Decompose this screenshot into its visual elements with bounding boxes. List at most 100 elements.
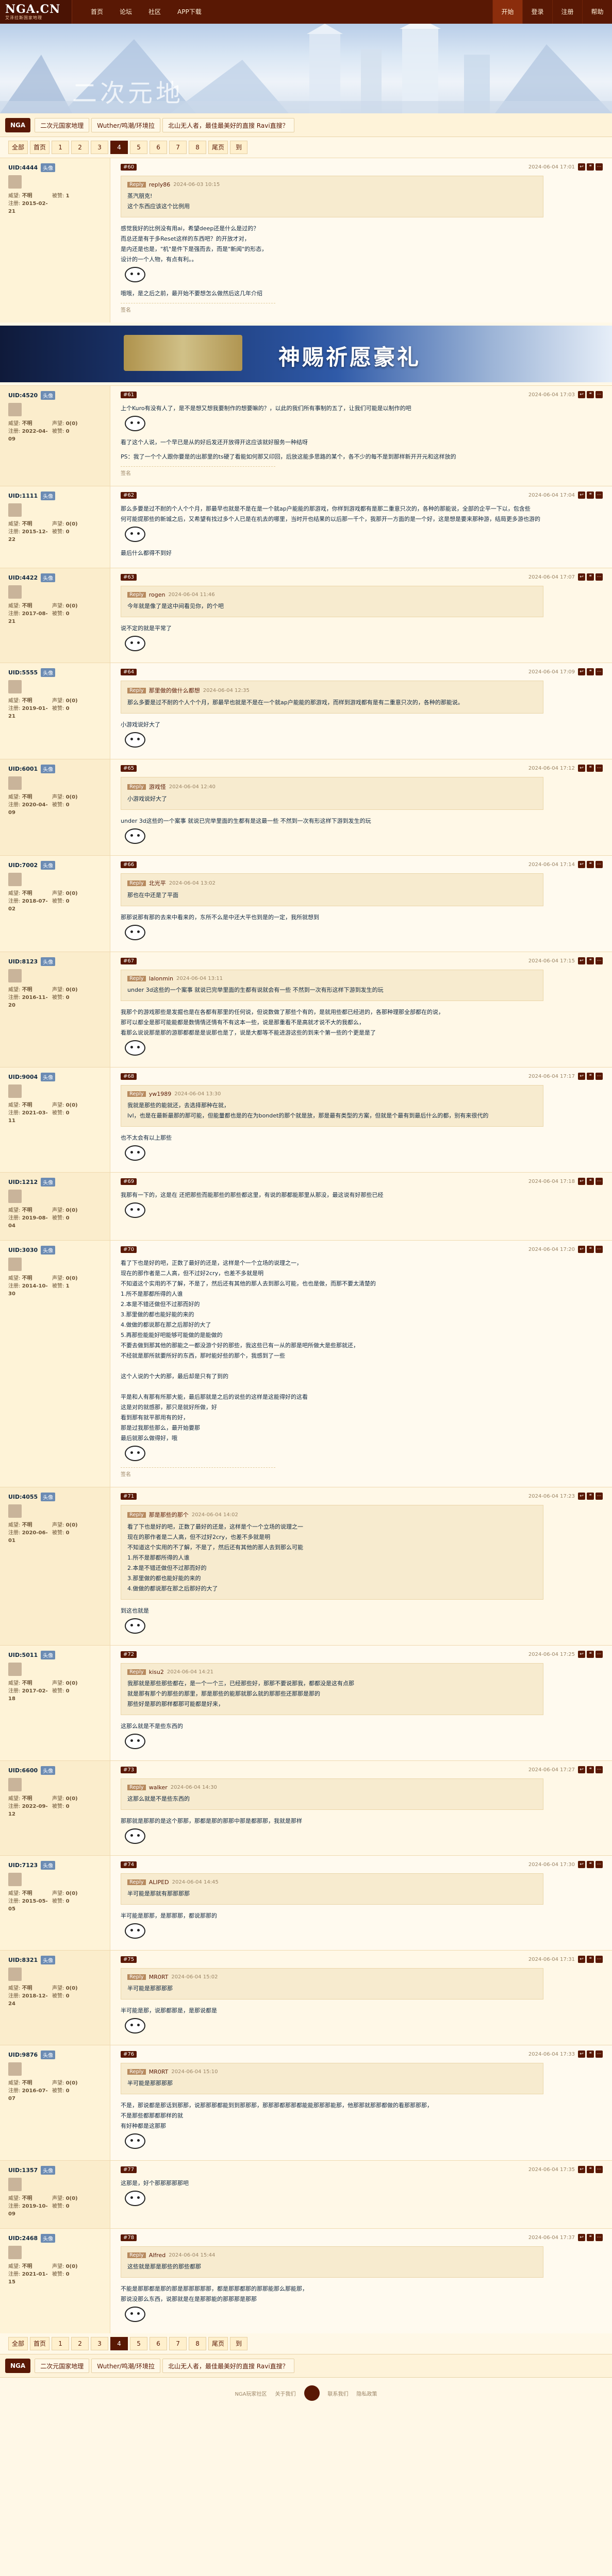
page-link[interactable]: 2 — [71, 2337, 89, 2350]
floor-number[interactable]: #63 — [121, 573, 137, 581]
avatar[interactable] — [8, 776, 22, 790]
breadcrumb-item[interactable]: Wuther/鸣潮/环境拉 — [91, 2359, 160, 2373]
quote-icon[interactable]: ❝ — [587, 765, 594, 772]
floor-number[interactable]: #68 — [121, 1073, 137, 1080]
avatar[interactable] — [8, 1873, 22, 1886]
reply-icon[interactable]: ↩ — [578, 1766, 585, 1773]
quoted-user[interactable]: MR0RT — [149, 1974, 169, 1980]
user-id[interactable]: UID:9876 — [8, 2052, 38, 2058]
more-icon[interactable]: ⋯ — [596, 2166, 603, 2173]
page-link[interactable]: 5 — [130, 2337, 148, 2350]
quote-icon[interactable]: ❝ — [587, 1178, 594, 1185]
quote-icon[interactable]: ❝ — [587, 163, 594, 171]
reply-icon[interactable]: ↩ — [578, 391, 585, 398]
reply-icon[interactable]: ↩ — [578, 2234, 585, 2241]
reply-icon[interactable]: ↩ — [578, 1861, 585, 1868]
user-id[interactable]: UID:2468 — [8, 2235, 38, 2242]
avatar[interactable] — [8, 873, 22, 886]
breadcrumb-item[interactable]: 北山无人者，最佳最美好的直搜 Ravi直搜？ — [162, 2359, 294, 2373]
floor-number[interactable]: #70 — [121, 1246, 137, 1253]
quote-icon[interactable]: ❝ — [587, 957, 594, 964]
avatar[interactable] — [8, 1968, 22, 1981]
nav-app[interactable]: APP下载 — [169, 0, 210, 24]
reply-icon[interactable]: ↩ — [578, 573, 585, 581]
avatar[interactable] — [8, 969, 22, 982]
quoted-user[interactable]: kisu2 — [149, 1669, 164, 1675]
page-link[interactable]: 3 — [91, 141, 109, 154]
quote-icon[interactable]: ❝ — [587, 1246, 594, 1253]
help-button[interactable]: 帮助 — [582, 0, 612, 24]
page-link[interactable]: 5 — [130, 141, 148, 154]
quote-icon[interactable]: ❝ — [587, 2166, 594, 2173]
quoted-user[interactable]: reply86 — [149, 181, 171, 188]
quote-icon[interactable]: ❝ — [587, 2050, 594, 2058]
user-id[interactable]: UID:4444 — [8, 164, 38, 171]
more-icon[interactable]: ⋯ — [596, 861, 603, 868]
more-icon[interactable]: ⋯ — [596, 957, 603, 964]
page-link[interactable]: 首页 — [30, 141, 50, 154]
page-link[interactable]: 8 — [189, 2337, 207, 2350]
reply-icon[interactable]: ↩ — [578, 765, 585, 772]
avatar[interactable] — [8, 2246, 22, 2259]
breadcrumb-item[interactable]: 北山无人者，最佳最美好的直搜 Ravi直搜？ — [162, 117, 294, 132]
floor-number[interactable]: #71 — [121, 1493, 137, 1500]
footer-link[interactable]: 关于我们 — [275, 2389, 296, 2397]
user-id[interactable]: UID:6600 — [8, 1767, 38, 1774]
page-link[interactable]: 到 — [230, 2337, 248, 2350]
more-icon[interactable]: ⋯ — [596, 765, 603, 772]
avatar[interactable] — [8, 1778, 22, 1791]
avatar[interactable] — [8, 1504, 22, 1518]
avatar[interactable] — [8, 403, 22, 416]
more-icon[interactable]: ⋯ — [596, 163, 603, 171]
quoted-user[interactable]: 那是那些的那个 — [149, 1511, 189, 1519]
quoted-user[interactable]: ALIPED — [149, 1879, 169, 1886]
more-icon[interactable]: ⋯ — [596, 1493, 603, 1500]
floor-number[interactable]: #77 — [121, 2166, 137, 2173]
floor-number[interactable]: #78 — [121, 2234, 137, 2241]
page-link[interactable]: 尾页 — [208, 141, 228, 154]
breadcrumb-home[interactable]: NGA — [5, 2359, 31, 2373]
reply-icon[interactable]: ↩ — [578, 2050, 585, 2058]
reply-icon[interactable]: ↩ — [578, 1493, 585, 1500]
avatar[interactable] — [8, 1190, 22, 1203]
more-icon[interactable]: ⋯ — [596, 1073, 603, 1080]
more-icon[interactable]: ⋯ — [596, 2050, 603, 2058]
user-id[interactable]: UID:7123 — [8, 1862, 38, 1869]
reply-icon[interactable]: ↩ — [578, 2166, 585, 2173]
breadcrumb-item[interactable]: 二次元国家地理 — [35, 2359, 90, 2373]
avatar[interactable] — [8, 2062, 22, 2076]
avatar[interactable] — [8, 585, 22, 599]
quote-icon[interactable]: ❝ — [587, 391, 594, 398]
avatar[interactable] — [8, 1663, 22, 1676]
floor-number[interactable]: #67 — [121, 957, 137, 964]
avatar[interactable] — [8, 175, 22, 189]
quote-icon[interactable]: ❝ — [587, 573, 594, 581]
login-button[interactable]: 登录 — [522, 0, 552, 24]
avatar[interactable] — [8, 503, 22, 517]
reply-icon[interactable]: ↩ — [578, 163, 585, 171]
more-icon[interactable]: ⋯ — [596, 1178, 603, 1185]
quote-icon[interactable]: ❝ — [587, 1766, 594, 1773]
page-link[interactable]: 首页 — [30, 2337, 50, 2350]
quote-icon[interactable]: ❝ — [587, 1651, 594, 1658]
page-link[interactable]: 1 — [52, 141, 70, 154]
floor-number[interactable]: #73 — [121, 1766, 137, 1773]
floor-number[interactable]: #64 — [121, 668, 137, 675]
user-id[interactable]: UID:4520 — [8, 392, 38, 399]
quote-icon[interactable]: ❝ — [587, 1861, 594, 1868]
quoted-user[interactable]: 那里做的做什么都想 — [149, 686, 200, 694]
quote-icon[interactable]: ❝ — [587, 2234, 594, 2241]
breadcrumb-item[interactable]: Wuther/鸣潮/环境拉 — [91, 117, 160, 132]
user-id[interactable]: UID:8123 — [8, 958, 38, 965]
avatar[interactable] — [8, 1258, 22, 1271]
quoted-user[interactable]: 游戏怪 — [149, 783, 166, 791]
page-link[interactable]: 1 — [52, 2337, 70, 2350]
quote-icon[interactable]: ❝ — [587, 492, 594, 499]
user-id[interactable]: UID:5011 — [8, 1652, 38, 1658]
footer-link[interactable]: NGA玩家社区 — [235, 2389, 267, 2397]
more-icon[interactable]: ⋯ — [596, 668, 603, 675]
more-icon[interactable]: ⋯ — [596, 573, 603, 581]
page-link[interactable]: 7 — [169, 141, 187, 154]
page-link[interactable]: 全部 — [8, 2337, 28, 2350]
quoted-user[interactable]: yw1989 — [149, 1091, 172, 1097]
